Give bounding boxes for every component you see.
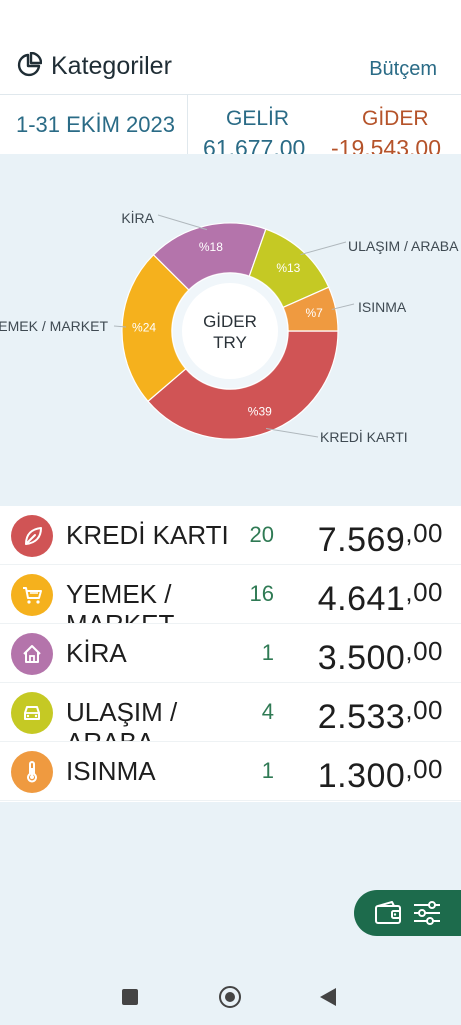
center-currency: TRY bbox=[213, 333, 247, 352]
category-count: 16 bbox=[249, 581, 274, 606]
pie-chart-icon bbox=[17, 52, 42, 77]
amount-integer: 7.569 bbox=[317, 521, 406, 559]
slice-percent-label: %24 bbox=[132, 321, 156, 335]
slice-name-label: KİRA bbox=[121, 209, 154, 226]
category-name: KİRA bbox=[66, 638, 127, 668]
chart-area: %39 KREDİ KARTI %24 YEMEK / MARKET %18 KİRA %1… bbox=[0, 154, 461, 506]
center-circle bbox=[182, 283, 278, 379]
amount-decimal: ,00 bbox=[405, 577, 443, 607]
leader-line bbox=[300, 241, 347, 256]
amount-decimal: ,00 bbox=[405, 754, 443, 784]
category-amount: 3.500,00 bbox=[318, 636, 443, 678]
income-value: 61.677,00 bbox=[203, 135, 306, 154]
wallet-icon bbox=[375, 901, 401, 924]
amount-integer: 1.300 bbox=[317, 757, 406, 795]
wallet-filter-button[interactable] bbox=[354, 890, 461, 936]
period-label: 1-31 EKİM 2023 bbox=[16, 112, 175, 137]
category-name: ISINMA bbox=[66, 756, 156, 786]
center-title: GİDER bbox=[203, 312, 257, 331]
category-name: YEMEK / MARKET bbox=[66, 579, 175, 624]
page-title: Kategoriler bbox=[51, 52, 172, 80]
expense-value: -19.543,00 bbox=[331, 135, 441, 154]
income-label: GELİR bbox=[226, 107, 290, 130]
amount-decimal: ,00 bbox=[405, 636, 443, 666]
category-row[interactable]: ULAŞIM / ARABA 4 2.533,00 bbox=[0, 683, 461, 742]
budget-link[interactable]: Bütçem bbox=[369, 58, 437, 81]
amount-decimal: ,00 bbox=[405, 518, 443, 548]
amount-integer: 3.500 bbox=[317, 639, 406, 677]
app-header: Kategoriler Bütçem bbox=[0, 0, 461, 94]
category-count: 1 bbox=[261, 758, 274, 783]
house-icon bbox=[11, 633, 53, 675]
system-nav-bar bbox=[0, 965, 461, 1025]
leader-line bbox=[157, 214, 208, 231]
back-button[interactable] bbox=[320, 988, 336, 1006]
category-row[interactable]: KİRA 1 3.500,00 bbox=[0, 624, 461, 683]
category-count: 4 bbox=[261, 699, 274, 724]
category-amount: 4.641,00 bbox=[318, 577, 443, 619]
amount-integer: 4.641 bbox=[317, 580, 406, 618]
expense-label[interactable]: GİDER bbox=[362, 107, 429, 131]
slice-name-label: YEMEK / MARKET bbox=[0, 318, 108, 334]
slice-name-label: KREDİ KARTI bbox=[320, 428, 408, 445]
slice-percent-label: %39 bbox=[248, 405, 272, 419]
period-selector[interactable]: 1-31 EKİM 2023 bbox=[0, 95, 188, 154]
category-name: ULAŞIM / ARABA bbox=[66, 697, 178, 742]
category-row[interactable]: ISINMA 1 1.300,00 bbox=[0, 742, 461, 801]
category-list: KREDİ KARTI 20 7.569,00 YEMEK / MARKET 16 4.6… bbox=[0, 506, 461, 801]
sliders-icon bbox=[414, 901, 440, 925]
amount-integer: 2.533 bbox=[317, 698, 406, 736]
slice-percent-label: %13 bbox=[276, 261, 300, 275]
car-icon bbox=[11, 692, 53, 734]
recent-apps-button[interactable] bbox=[122, 989, 138, 1005]
summary-bar: 1-31 EKİM 2023 GELİR 61.677,00 GİDER -19… bbox=[0, 94, 461, 154]
category-amount: 7.569,00 bbox=[318, 518, 443, 560]
category-name: KREDİ KARTI bbox=[66, 520, 229, 550]
slice-name-label: ULAŞIM / ARABA bbox=[348, 238, 459, 254]
home-button[interactable] bbox=[219, 986, 241, 1008]
slice-percent-label: %18 bbox=[199, 240, 223, 254]
cart-icon bbox=[11, 574, 53, 616]
slice-name-label: ISINMA bbox=[358, 299, 407, 315]
category-count: 20 bbox=[249, 522, 274, 547]
category-count: 1 bbox=[261, 640, 274, 665]
category-amount: 1.300,00 bbox=[318, 754, 443, 796]
category-row[interactable]: KREDİ KARTI 20 7.569,00 bbox=[0, 506, 461, 565]
leaf-icon bbox=[11, 515, 53, 557]
category-amount: 2.533,00 bbox=[318, 695, 443, 737]
category-row[interactable]: YEMEK / MARKET 16 4.641,00 bbox=[0, 565, 461, 624]
thermometer-icon bbox=[11, 751, 53, 793]
expense-donut-chart[interactable]: %39 KREDİ KARTI %24 YEMEK / MARKET %18 KİRA %1… bbox=[0, 154, 461, 506]
slice-percent-label: %7 bbox=[305, 306, 323, 320]
amount-decimal: ,00 bbox=[405, 695, 443, 725]
leader-line bbox=[265, 428, 319, 438]
